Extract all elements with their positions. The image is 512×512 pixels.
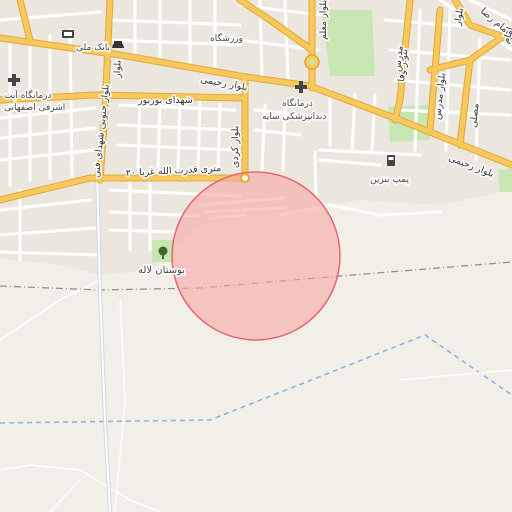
label-clinic-dental-2: دندانپزشکی سایه <box>262 112 326 122</box>
location-pin-icon[interactable] <box>240 173 250 183</box>
label-road-shohada: شهدای بوربور <box>137 95 193 106</box>
map-canvas[interactable]: بانک ملی ورزشگاه درمانگاه آیت اشرفی اصفه… <box>0 0 512 512</box>
label-clinic-ashrafi-1: درمانگاه آیت <box>4 89 52 101</box>
roundabout-icon <box>304 54 320 70</box>
label-road-moallem: بلوار معلم <box>318 0 329 40</box>
fuel-icon[interactable] <box>387 155 395 166</box>
label-park-laleh: بوستان لاله <box>138 265 185 276</box>
search-radius-circle[interactable] <box>171 171 341 341</box>
label-gym: ورزشگاه <box>210 32 243 44</box>
label-clinic-ashrafi-2: اشرفی اصفهانی <box>4 103 65 113</box>
park-area-edge <box>498 168 512 192</box>
label-road-kardi: بلوار کردی <box>230 126 241 168</box>
label-clinic-dental-1: درمانگاه <box>282 97 313 109</box>
label-road-nw: بلوار <box>112 60 124 79</box>
label-gas-station: پمپ بنزین <box>370 175 409 185</box>
map-view[interactable]: بانک ملی ورزشگاه درمانگاه آیت اشرفی اصفه… <box>0 0 512 512</box>
label-bank: بانک ملی <box>76 43 110 53</box>
atm-icon[interactable] <box>62 30 74 38</box>
park-area-stadium <box>322 10 375 76</box>
